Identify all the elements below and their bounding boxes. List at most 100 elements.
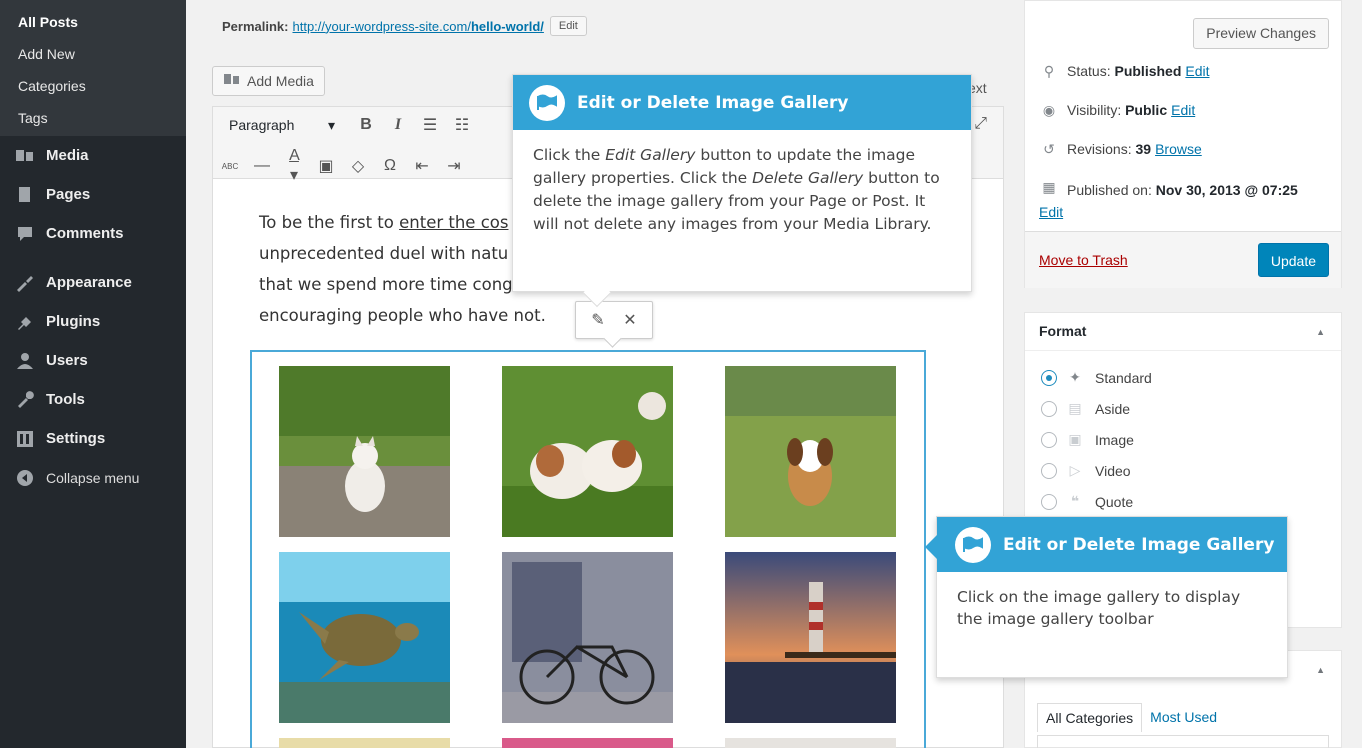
delete-gallery-close-icon[interactable]: ✕ [623,310,636,330]
tab-all-categories[interactable]: All Categories [1037,703,1143,732]
format-box-header[interactable]: Format ▲ [1025,313,1341,351]
categories-list [1037,735,1329,748]
tab-most-used[interactable]: Most Used [1142,703,1225,732]
collapse-icon [12,468,38,488]
update-button[interactable]: Update [1257,243,1329,277]
submenu-tags[interactable]: Tags [0,102,186,134]
menu-item-pages[interactable]: Pages [0,175,186,214]
menu-item-comments[interactable]: Comments [0,214,186,253]
media-icon [223,73,241,90]
numbered-list-button[interactable]: ☷ [453,115,471,135]
publish-box: Preview Changes ⚲ Status: Published Edit … [1024,0,1342,288]
quote-icon: ❝ [1070,493,1080,509]
add-media-button[interactable]: Add Media [212,66,325,96]
collapse-arrow-icon[interactable]: ▲ [1316,327,1325,337]
menu-label: Pages [46,186,91,203]
menu-item-tools[interactable]: Tools [0,380,186,419]
gallery-image-partial[interactable] [725,738,896,748]
gallery-image-partial[interactable] [279,738,450,748]
radio-button[interactable] [1041,369,1057,386]
gallery-image-turtle[interactable] [279,552,450,723]
history-icon: ↺ [1043,141,1055,157]
format-option-aside[interactable]: ▤ Aside [1041,400,1130,417]
strikethrough-button[interactable]: ABC [221,162,239,171]
pin-icon: ✦ [1069,369,1081,385]
preview-changes-button[interactable]: Preview Changes [1193,18,1329,49]
image-icon: ▣ [1068,431,1082,447]
status-edit-link[interactable]: Edit [1185,63,1209,79]
menu-label: Settings [46,430,106,447]
settings-icon [12,429,38,449]
help-pointer-gallery-side: Edit or Delete Image Gallery Click on th… [925,516,1288,678]
paste-text-button[interactable]: ▣ [317,156,335,176]
publish-actions: Move to Trash Update [1025,231,1341,288]
calendar-icon: ▦ [1042,179,1056,195]
bold-button[interactable]: B [357,116,375,134]
pointer-header: Edit or Delete Image Gallery [937,517,1287,572]
bulleted-list-button[interactable]: ☰ [421,115,439,135]
outdent-button[interactable]: ⇤ [413,156,431,176]
menu-item-plugins[interactable]: Plugins [0,302,186,341]
move-to-trash-link[interactable]: Move to Trash [1039,252,1128,268]
dropdown-arrow-icon: ▾ [327,116,335,133]
gallery-image-lighthouse[interactable] [725,552,896,723]
menu-label: Media [46,147,89,164]
menu-label: Plugins [46,313,101,330]
published-edit-link[interactable]: Edit [1039,204,1063,220]
revisions-row: ↺ Revisions: 39 Browse [1039,141,1202,158]
image-gallery[interactable] [250,350,926,748]
horizontal-line-button[interactable]: — [253,157,271,175]
special-character-button[interactable]: Ω [381,157,399,175]
submenu-categories[interactable]: Categories [0,70,186,102]
pointer-title: Edit or Delete Image Gallery [1003,534,1275,555]
pointer-body: Click the Edit Gallery button to update … [533,146,940,233]
menu-item-media[interactable]: Media [0,136,186,175]
text-color-button[interactable]: A ▾ [285,147,303,185]
submenu-add-new[interactable]: Add New [0,38,186,70]
visibility-edit-link[interactable]: Edit [1171,102,1195,118]
fullscreen-icon[interactable]: ⤢ [974,115,987,133]
radio-button[interactable] [1041,493,1057,510]
format-option-quote[interactable]: ❝ Quote [1041,493,1133,510]
format-option-standard[interactable]: ✦ Standard [1041,369,1152,386]
collapse-menu-button[interactable]: Collapse menu [0,458,186,497]
radio-button[interactable] [1041,431,1057,448]
radio-button[interactable] [1041,462,1057,479]
gallery-image-puppies[interactable] [502,366,673,537]
browse-revisions-link[interactable]: Browse [1155,141,1202,157]
media-icon [12,146,38,166]
menu-item-users[interactable]: Users [0,341,186,380]
format-option-image[interactable]: ▣ Image [1041,431,1134,448]
published-on-row: ▦ Published on: Nov 30, 2013 @ 07:25 Edit [1039,179,1298,220]
menu-label: Appearance [46,274,132,291]
format-option-video[interactable]: ▷ Video [1041,462,1131,479]
gallery-image-bicycle[interactable] [502,552,673,723]
eye-icon: ◉ [1042,102,1056,118]
users-icon [12,351,38,371]
visibility-row: ◉ Visibility: Public Edit [1039,102,1195,119]
radio-button[interactable] [1041,400,1057,417]
categories-tabs: All Categories Most Used [1037,703,1225,732]
gallery-image-partial[interactable] [502,738,673,748]
edit-gallery-pencil-icon[interactable]: ✎ [591,310,604,330]
pointer-title: Edit or Delete Image Gallery [577,92,849,113]
menu-item-settings[interactable]: Settings [0,419,186,458]
indent-button[interactable]: ⇥ [445,156,463,176]
format-select[interactable]: Paragraph ▾ [221,117,343,134]
gallery-image-beagle[interactable] [725,366,896,537]
pin-icon: ⚲ [1043,63,1055,79]
italic-button[interactable]: I [389,116,407,134]
collapse-arrow-icon[interactable]: ▲ [1316,665,1325,675]
appearance-icon [12,273,38,293]
gallery-image-kitten[interactable] [279,366,450,537]
comments-icon [12,224,38,244]
submenu-all-posts[interactable]: All Posts [0,6,186,38]
flag-icon [529,84,565,121]
clear-formatting-button[interactable]: ◇ [349,156,367,176]
help-pointer-gallery: Edit or Delete Image Gallery Click the E… [512,74,972,308]
pointer-body: Click on the image gallery to display th… [957,588,1241,628]
menu-label: Tools [46,391,85,408]
menu-item-appearance[interactable]: Appearance [0,263,186,302]
permalink-edit-button[interactable]: Edit [549,16,587,36]
permalink-url[interactable]: http://your-wordpress-site.com/hello-wor… [292,19,543,34]
